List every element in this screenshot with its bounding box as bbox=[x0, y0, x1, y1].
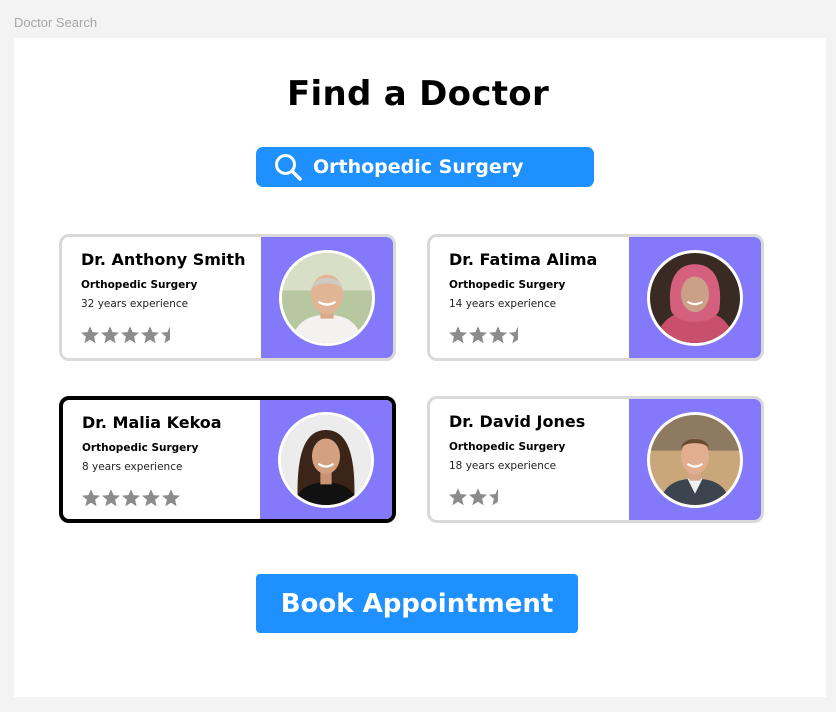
star-rating bbox=[80, 325, 180, 345]
doctor-specialty: Orthopedic Surgery bbox=[81, 279, 198, 291]
star-rating bbox=[448, 487, 508, 507]
star-icon bbox=[489, 326, 507, 344]
doctor-specialty: Orthopedic Surgery bbox=[82, 442, 199, 454]
doctor-card-selected[interactable]: Dr. Malia Kekoa Orthopedic Surgery 8 yea… bbox=[59, 396, 396, 523]
doctor-name: Dr. Malia Kekoa bbox=[82, 413, 222, 432]
star-rating bbox=[448, 325, 528, 345]
star-icon bbox=[142, 489, 160, 507]
star-icon bbox=[141, 326, 159, 344]
page-title: Find a Doctor bbox=[286, 74, 550, 114]
doctor-avatar bbox=[278, 411, 374, 508]
search-icon[interactable] bbox=[273, 152, 303, 182]
photo-panel bbox=[629, 399, 761, 520]
doctor-experience: 18 years experience bbox=[449, 460, 557, 472]
doctor-name: Dr. Anthony Smith bbox=[81, 250, 246, 269]
doctor-specialty: Orthopedic Surgery bbox=[449, 441, 566, 453]
doctor-name: Dr. Fatima Alima bbox=[449, 250, 598, 269]
doctor-experience: 32 years experience bbox=[81, 298, 189, 310]
photo-panel bbox=[261, 237, 393, 358]
photo-panel bbox=[629, 237, 761, 358]
doctor-experience: 14 years experience bbox=[449, 298, 557, 310]
search-value: Orthopedic Surgery bbox=[313, 156, 524, 178]
star-icon bbox=[121, 326, 139, 344]
doctor-avatar bbox=[647, 249, 743, 346]
book-appointment-button[interactable]: Book Appointment bbox=[256, 574, 578, 633]
doctor-card[interactable]: Dr. Fatima Alima Orthopedic Surgery 14 y… bbox=[427, 234, 764, 361]
half-star-icon bbox=[161, 326, 170, 344]
half-star-icon bbox=[509, 326, 518, 344]
search-input[interactable]: Orthopedic Surgery bbox=[256, 147, 594, 187]
star-icon bbox=[81, 326, 99, 344]
star-icon bbox=[122, 489, 140, 507]
star-icon bbox=[469, 488, 487, 506]
doctor-avatar bbox=[647, 411, 743, 508]
star-icon bbox=[101, 326, 119, 344]
doctor-avatar bbox=[279, 249, 375, 346]
star-rating bbox=[81, 488, 181, 508]
star-icon bbox=[449, 488, 467, 506]
doctor-specialty: Orthopedic Surgery bbox=[449, 279, 566, 291]
doctor-experience: 8 years experience bbox=[82, 461, 183, 473]
star-icon bbox=[162, 489, 180, 507]
doctor-name: Dr. David Jones bbox=[449, 412, 586, 431]
star-icon bbox=[82, 489, 100, 507]
half-star-icon bbox=[489, 488, 498, 506]
doctor-card[interactable]: Dr. David Jones Orthopedic Surgery 18 ye… bbox=[427, 396, 764, 523]
doctor-card[interactable]: Dr. Anthony Smith Orthopedic Surgery 32 … bbox=[59, 234, 396, 361]
window-title: Doctor Search bbox=[14, 15, 98, 30]
star-icon bbox=[469, 326, 487, 344]
photo-panel bbox=[260, 400, 392, 519]
star-icon bbox=[449, 326, 467, 344]
star-icon bbox=[102, 489, 120, 507]
